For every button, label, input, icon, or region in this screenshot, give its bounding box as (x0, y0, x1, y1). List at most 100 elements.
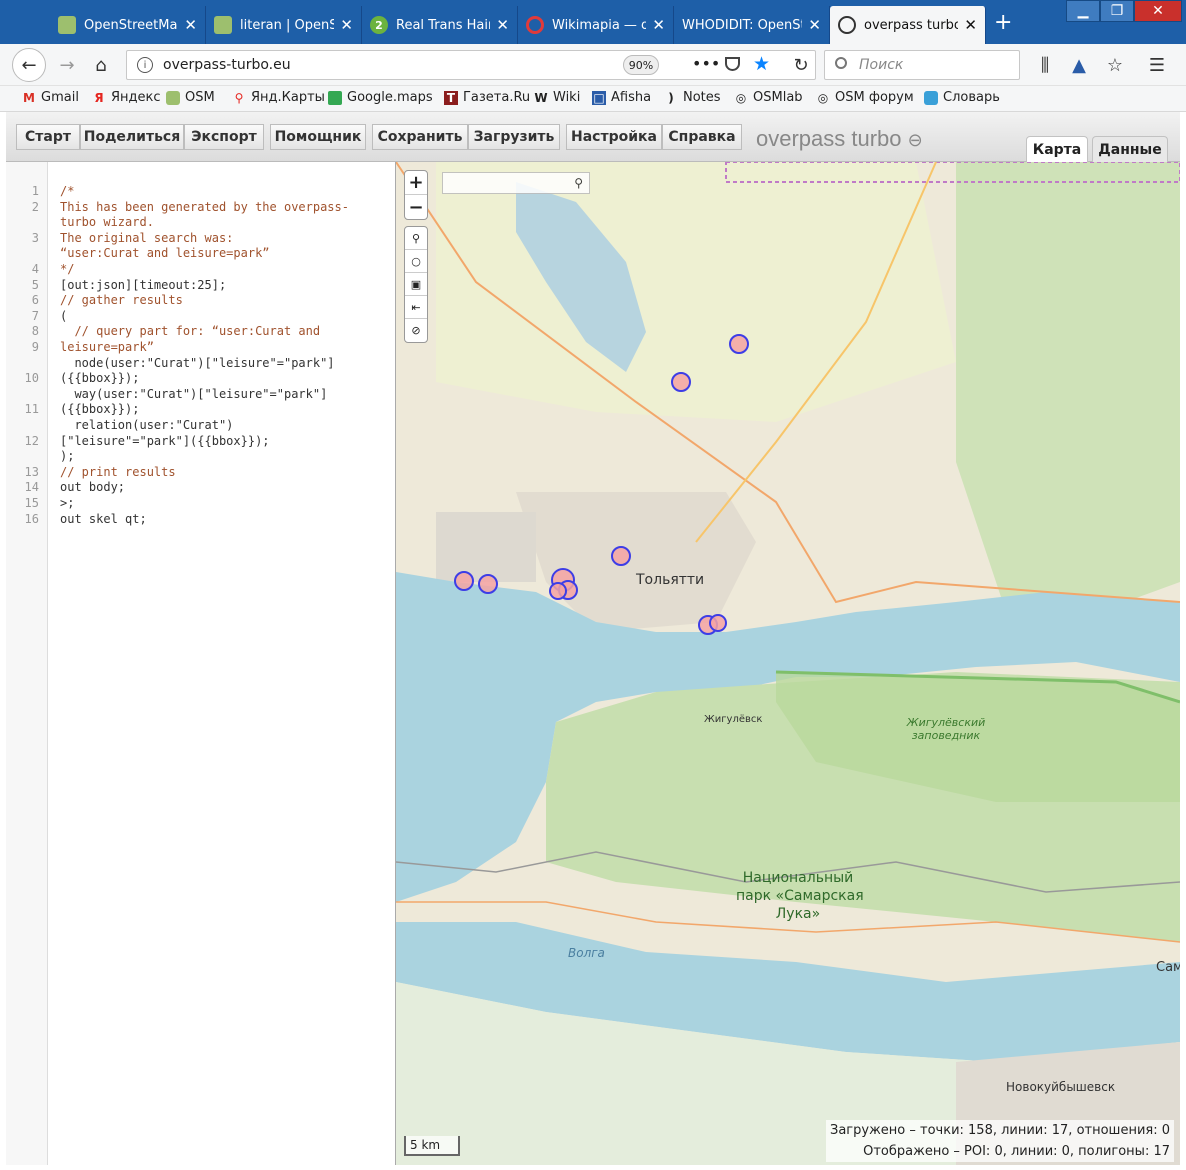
info-icon[interactable]: i (137, 57, 153, 73)
code-line[interactable]: way(user:"Curat")["leisure"="park"] (60, 387, 327, 401)
park-marker[interactable] (611, 546, 631, 566)
close-tab-icon[interactable]: ✕ (184, 16, 197, 34)
tab-map[interactable]: Карта (1026, 136, 1088, 162)
code-line[interactable]: // print results (60, 465, 176, 479)
park-marker[interactable] (729, 334, 749, 354)
browser-tab-bar: OpenStreetMap ✕ literan | OpenSt ✕ 2 Rea… (0, 0, 1186, 44)
layers-icon[interactable]: ▣ (405, 273, 427, 296)
code-line[interactable]: */ (60, 262, 74, 276)
save-button[interactable]: Сохранить (372, 124, 468, 150)
bookmark-star-icon[interactable]: ★ (753, 53, 770, 75)
code-line[interactable]: This has been generated by the overpass- (60, 200, 349, 214)
park-marker[interactable] (454, 571, 474, 591)
share-button[interactable]: Поделиться (80, 124, 184, 150)
map-view[interactable]: ⚲ + − ⚲ ○ ▣ ⇤ ⊘ Тольятти Жигулёвск Жигул… (396, 162, 1180, 1165)
code-line[interactable]: // gather results (60, 293, 183, 307)
home-button[interactable]: ⌂ (86, 50, 116, 80)
globe-icon: ◎ (735, 90, 747, 105)
code-line[interactable]: out body; (60, 480, 125, 494)
park-marker[interactable] (671, 372, 691, 392)
export-button[interactable]: Экспорт (184, 124, 264, 150)
bookmark-item[interactable]: ◎ OSMlab (734, 90, 803, 105)
close-window-button[interactable]: ✕ (1134, 0, 1182, 22)
bookmark-item[interactable]: W Wiki (534, 90, 580, 105)
close-tab-icon[interactable]: ✕ (652, 16, 665, 34)
settings-button[interactable]: Настройка (566, 124, 662, 150)
bookmark-item[interactable]: Словарь (924, 90, 1000, 105)
url-text[interactable]: overpass-turbo.eu (163, 57, 291, 73)
code-line[interactable]: ({{bbox}}); (60, 402, 139, 416)
close-tab-icon[interactable]: ✕ (340, 16, 353, 34)
wizard-button[interactable]: Помощник (270, 124, 366, 150)
farmland-area (436, 162, 956, 422)
close-tab-icon[interactable]: ✕ (964, 16, 977, 34)
google-maps-icon (328, 90, 342, 105)
code-line[interactable]: turbo wizard. (60, 215, 154, 229)
code-line[interactable]: The original search was: (60, 231, 233, 245)
code-line[interactable]: [out:json][timeout:25]; (60, 278, 226, 292)
page-actions-icon[interactable]: ••• (692, 54, 720, 73)
reload-button[interactable]: ↻ (786, 50, 816, 80)
back-button[interactable]: ← (12, 48, 46, 82)
locate-icon[interactable]: ○ (405, 250, 427, 273)
bookmark-item[interactable]: OSM (166, 90, 215, 105)
bookmark-item[interactable]: ⚲ Янд.Карты (232, 90, 325, 105)
bookmark-item[interactable]: Я Яндекс (92, 90, 160, 105)
close-tab-icon[interactable]: ✕ (808, 16, 821, 34)
code-line[interactable]: leisure=park” (60, 340, 154, 354)
map-search-input[interactable]: ⚲ (442, 172, 590, 194)
map-canvas[interactable] (396, 162, 1180, 1165)
tab-data[interactable]: Данные (1092, 136, 1168, 162)
search-input[interactable]: Поиск (824, 50, 1020, 80)
code-line[interactable]: ( (60, 309, 67, 323)
code-line[interactable]: relation(user:"Curat") (60, 418, 233, 432)
line-number: 12 (24, 433, 39, 448)
bookmarks-star-icon[interactable]: ☆ (1100, 50, 1130, 80)
zoom-to-data-icon[interactable]: ⚲ (405, 227, 427, 250)
browser-tab[interactable]: literan | OpenSt ✕ (206, 6, 362, 44)
bookmark-item[interactable]: ) Notes (664, 90, 720, 105)
new-tab-button[interactable]: + (994, 10, 1012, 35)
browser-tab[interactable]: 2 Real Trans Hair ✕ (362, 6, 518, 44)
start-button[interactable]: Старт (16, 124, 80, 150)
library-icon[interactable]: ⫼ (1030, 50, 1060, 80)
browser-tab[interactable]: Wikimapia — o ✕ (518, 6, 674, 44)
fullscreen-icon[interactable]: ⇤ (405, 296, 427, 319)
code-line[interactable]: /* (60, 184, 74, 198)
menu-icon[interactable]: ☰ (1142, 50, 1172, 80)
help-button[interactable]: Справка (662, 124, 742, 150)
extension-icon[interactable]: ▲ (1064, 50, 1094, 80)
clear-icon[interactable]: ⊘ (405, 319, 427, 342)
browser-tab-active[interactable]: overpass turbo ✕ (830, 6, 986, 44)
code-line[interactable]: ); (60, 449, 74, 463)
query-editor[interactable]: 1 2 3 4 5 6 7 8 9 10 11 12 13 14 15 16 /* This has been … (6, 162, 396, 1165)
park-marker[interactable] (709, 614, 727, 632)
code-line[interactable]: node(user:"Curat")["leisure"="park"] (60, 356, 334, 370)
zoom-in-button[interactable]: + (405, 171, 427, 195)
code-line[interactable]: out skel qt; (60, 512, 147, 526)
browser-tab[interactable]: OpenStreetMap ✕ (50, 6, 206, 44)
line-number-gutter: 1 2 3 4 5 6 7 8 9 10 11 12 13 14 15 16 (6, 162, 48, 1165)
code-line[interactable]: ({{bbox}}); (60, 371, 139, 385)
pocket-icon[interactable] (725, 57, 740, 71)
zoom-indicator[interactable]: 90% (623, 55, 659, 75)
code-line[interactable]: “user:Curat and leisure=park” (60, 246, 270, 260)
maximize-button[interactable]: ❐ (1100, 0, 1134, 22)
close-tab-icon[interactable]: ✕ (496, 16, 509, 34)
bookmark-item[interactable]: T Газета.Ru (444, 90, 530, 105)
code-line[interactable]: // query part for: “user:Curat and (60, 324, 320, 338)
minimize-button[interactable]: ▁ (1066, 0, 1100, 22)
bookmark-item[interactable]: □ Afisha (592, 90, 651, 105)
bookmark-item[interactable]: ◎ OSM форум (816, 90, 914, 105)
load-button[interactable]: Загрузить (468, 124, 560, 150)
url-bar[interactable]: i overpass-turbo.eu 90% ••• ★ (126, 50, 816, 80)
browser-tab[interactable]: WHODIDIT: OpenSt ✕ (674, 6, 830, 44)
code-line[interactable]: >; (60, 496, 74, 510)
park-marker[interactable] (549, 582, 567, 600)
bookmark-item[interactable]: M Gmail (22, 90, 79, 105)
zoom-out-button[interactable]: − (405, 195, 427, 219)
code-line[interactable]: ["leisure"="park"]({{bbox}}); (60, 434, 270, 448)
bookmark-item[interactable]: Google.maps (328, 90, 433, 105)
forward-button[interactable]: → (52, 50, 82, 80)
park-marker[interactable] (478, 574, 498, 594)
